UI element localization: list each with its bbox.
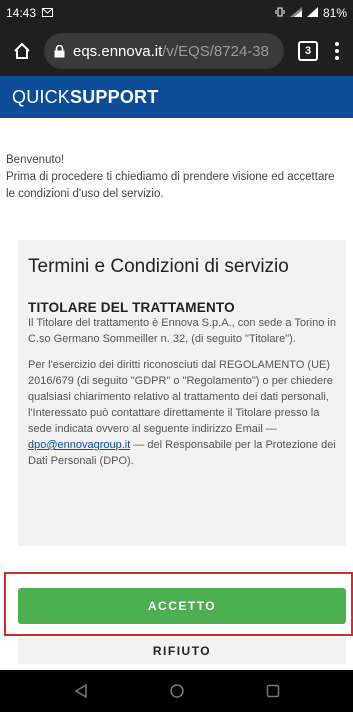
accept-button[interactable]: ACCETTO: [18, 588, 346, 624]
recents-icon[interactable]: [264, 682, 282, 700]
brand-name-bold: SUPPORT: [70, 86, 159, 107]
url-host: eqs.ennova.it: [73, 42, 163, 60]
terms-card[interactable]: Termini e Condizioni di servizio TITOLAR…: [18, 240, 346, 546]
terms-section-title: TITOLARE DEL TRATTAMENTO: [28, 300, 235, 315]
page-content[interactable]: Benvenuto! Prima di procedere ti chiedia…: [0, 118, 353, 604]
vibrate-icon: [275, 6, 285, 20]
home-icon[interactable]: [10, 39, 34, 63]
terms-paragraph-2-start: Per l'esercizio dei diritti riconosciuti…: [28, 359, 333, 435]
battery-percent: 81%: [322, 6, 347, 20]
back-icon[interactable]: [72, 682, 90, 700]
terms-title: Termini e Condizioni di servizio: [28, 256, 289, 277]
overflow-menu-icon[interactable]: [334, 42, 340, 60]
welcome-message: Benvenuto! Prima di procedere ti chiedia…: [6, 152, 346, 203]
cell-signal-icon: [306, 6, 318, 20]
app-header: QUICK SUPPORT: [0, 76, 353, 118]
tab-switcher-button[interactable]: 3: [298, 41, 318, 61]
browser-toolbar: eqs.ennova.it/v/EQS/8724-38 3: [0, 26, 353, 76]
welcome-greeting: Benvenuto!: [6, 154, 65, 166]
url-path: /v/EQS/8724-38: [162, 42, 269, 60]
system-nav-bar: [0, 670, 353, 712]
terms-paragraph-1: Il Titolare del trattamento è Ennova S.p…: [28, 317, 336, 345]
status-time: 14:43: [6, 6, 37, 20]
home-circle-icon[interactable]: [168, 682, 186, 700]
refuse-button[interactable]: RIFIUTO: [18, 638, 346, 664]
status-bar: 14:43 81%: [0, 0, 353, 26]
brand-name-thin: QUICK: [12, 86, 71, 107]
wifi-signal-icon: [289, 6, 302, 20]
notification-icon: [42, 6, 54, 20]
address-bar[interactable]: eqs.ennova.it/v/EQS/8724-38: [44, 33, 284, 69]
terms-paragraph-2: Per l'esercizio dei diritti riconosciuti…: [28, 357, 336, 469]
dpo-email-link[interactable]: dpo@ennovagroup.it: [28, 439, 130, 451]
welcome-instructions: Prima di procedere ti chiediamo di prend…: [6, 171, 335, 200]
lock-icon: [54, 44, 65, 58]
